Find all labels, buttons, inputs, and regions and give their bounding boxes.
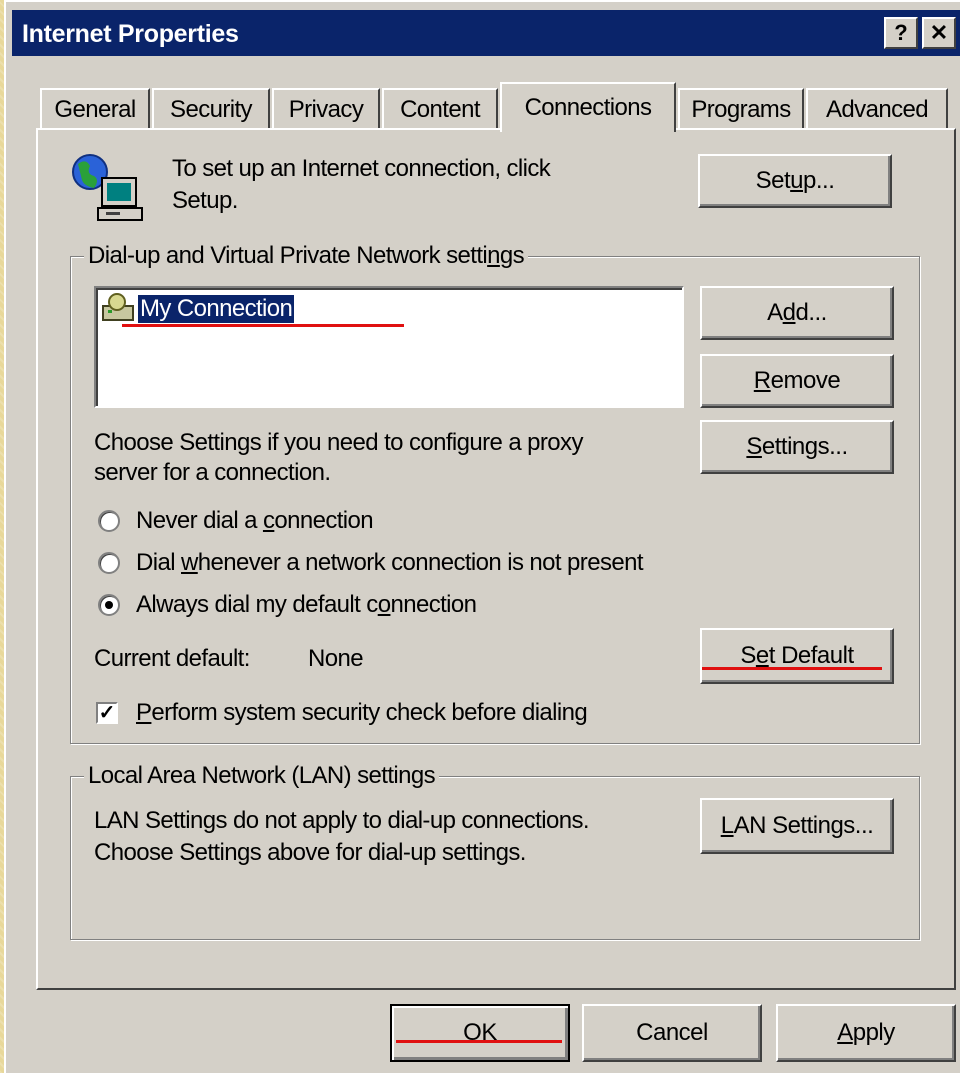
lan-settings-button[interactable]: LAN Settings... bbox=[700, 798, 894, 854]
radio-never-dial[interactable] bbox=[98, 510, 120, 532]
tab-privacy[interactable]: Privacy bbox=[272, 88, 380, 130]
security-check-label: Perform system security check before dia… bbox=[136, 699, 588, 726]
tab-label: General bbox=[54, 96, 136, 123]
ok-button[interactable]: OK bbox=[390, 1004, 570, 1062]
radio-whenever-label: Dial whenever a network connection is no… bbox=[136, 549, 644, 576]
tab-connections[interactable]: Connections bbox=[500, 82, 676, 132]
tab-general[interactable]: General bbox=[40, 88, 150, 130]
tab-content[interactable]: Content bbox=[382, 88, 498, 130]
lan-legend: Local Area Network (LAN) settings bbox=[84, 762, 440, 790]
dialup-legend: Dial-up and Virtual Private Network sett… bbox=[84, 242, 529, 270]
help-button[interactable]: ? bbox=[884, 17, 918, 49]
radio-dial-whenever[interactable] bbox=[98, 552, 120, 574]
setup-button[interactable]: Set u p... bbox=[698, 154, 892, 208]
radio-always-dial[interactable] bbox=[98, 594, 120, 616]
tab-security[interactable]: Security bbox=[152, 88, 270, 130]
annotation-underline-connection bbox=[122, 324, 404, 327]
annotation-underline-set-default bbox=[702, 667, 882, 670]
radio-selected-dot bbox=[105, 601, 113, 609]
tab-label: Content bbox=[400, 96, 480, 123]
tab-programs[interactable]: Programs bbox=[678, 88, 804, 130]
list-item[interactable]: My Connection bbox=[100, 292, 295, 326]
current-default-value: None bbox=[308, 645, 364, 672]
tab-advanced[interactable]: Advanced bbox=[806, 88, 948, 130]
radio-always-label: Always dial my default connection bbox=[136, 591, 477, 618]
lan-text-line1: LAN Settings do not apply to dial-up con… bbox=[94, 807, 590, 834]
tab-label: Connections bbox=[524, 94, 652, 121]
set-default-button[interactable]: Set Default bbox=[700, 628, 894, 684]
close-icon: ✕ bbox=[929, 20, 949, 45]
close-button[interactable]: ✕ bbox=[922, 17, 956, 49]
setup-text-line2: Setup. bbox=[172, 187, 238, 214]
radio-never-label: Never dial a connection bbox=[136, 507, 374, 534]
annotation-underline-ok bbox=[396, 1040, 562, 1043]
network-globe-computer-icon bbox=[72, 154, 143, 221]
cancel-button[interactable]: Cancel bbox=[582, 1004, 762, 1062]
settings-button[interactable]: Settings... bbox=[700, 420, 894, 474]
remove-button[interactable]: Remove bbox=[700, 354, 894, 408]
dialup-modem-icon bbox=[102, 293, 134, 321]
connections-panel: To set up an Internet connection, click … bbox=[36, 128, 956, 990]
apply-button[interactable]: Apply bbox=[776, 1004, 956, 1062]
add-button[interactable]: Ad d... bbox=[700, 286, 894, 340]
current-default-label: Current default: bbox=[94, 645, 250, 672]
tab-label: Security bbox=[170, 96, 253, 123]
tab-label: Privacy bbox=[288, 96, 364, 123]
setup-text-line1: To set up an Internet connection, click bbox=[172, 155, 551, 182]
title-bar[interactable]: Internet Properties ? ✕ bbox=[12, 10, 960, 56]
window-title: Internet Properties bbox=[22, 20, 239, 48]
lan-text-line2: Choose Settings above for dial-up settin… bbox=[94, 839, 526, 866]
settings-text-line1: Choose Settings if you need to configure… bbox=[94, 429, 583, 456]
settings-text-line2: server for a connection. bbox=[94, 459, 331, 486]
cancel-label: Cancel bbox=[636, 1019, 708, 1046]
connection-name: My Connection bbox=[138, 295, 295, 323]
connections-list[interactable]: My Connection bbox=[94, 286, 684, 408]
tab-label: Programs bbox=[691, 96, 791, 123]
internet-properties-window: Internet Properties ? ✕ General Security… bbox=[4, 0, 960, 1073]
checkmark-icon: ✓ bbox=[98, 702, 116, 724]
tab-label: Advanced bbox=[826, 96, 929, 123]
security-check-checkbox[interactable]: ✓ bbox=[96, 702, 118, 724]
help-icon: ? bbox=[894, 20, 908, 45]
